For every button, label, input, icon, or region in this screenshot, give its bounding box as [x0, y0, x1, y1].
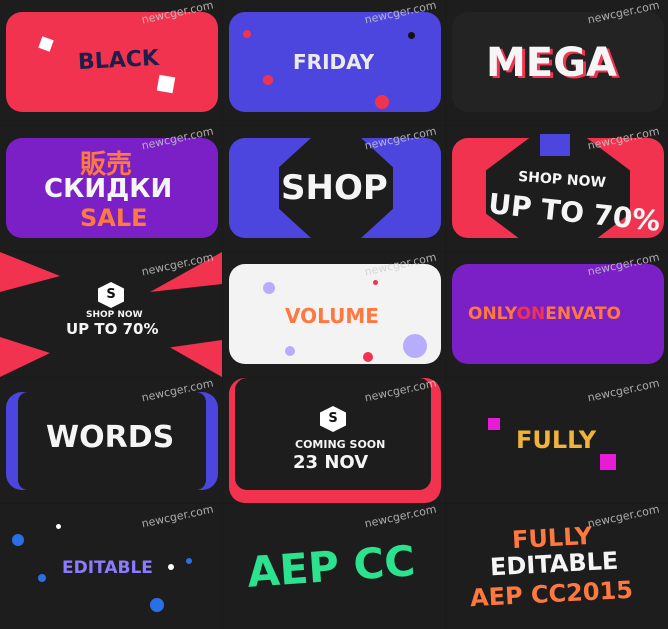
- title-up-to-70: UP TO 70%: [66, 320, 159, 338]
- square-shape: [600, 454, 616, 470]
- title-aep-cc2015: AEP CC2015: [469, 575, 634, 613]
- tile-coming-soon[interactable]: S COMING SOON 23 NOV newcger.com: [223, 378, 445, 503]
- dot: [186, 558, 192, 564]
- dot: [285, 346, 295, 356]
- label-coming-soon: COMING SOON: [295, 438, 386, 451]
- title-mega: MEGA: [486, 40, 617, 86]
- tile-only-on-envato[interactable]: ONLYONENVATO newcger.com: [446, 252, 668, 377]
- title-only-on-envato: ONLYONENVATO: [468, 304, 621, 324]
- title-fully: FULLY: [516, 426, 597, 454]
- shape-blue: [540, 134, 570, 156]
- square-shape: [488, 418, 500, 430]
- tile-editable[interactable]: EDITABLE newcger.com: [0, 504, 222, 629]
- tile-fully[interactable]: FULLY newcger.com: [446, 378, 668, 503]
- watermark: newcger.com: [363, 504, 438, 531]
- tile-shop-now-2[interactable]: S SHOP NOW UP TO 70% newcger.com: [0, 252, 222, 377]
- tile-black[interactable]: BLACK newcger.com: [0, 0, 222, 125]
- label-shop-now: SHOP NOW: [86, 310, 143, 320]
- title-aep-cc: AEP CC: [245, 536, 417, 597]
- title-russian: СКИДКИ: [44, 174, 173, 204]
- dot: [403, 334, 427, 358]
- watermark: newcger.com: [586, 378, 661, 405]
- tile-aep-cc[interactable]: AEP CC newcger.com: [223, 504, 445, 629]
- preview-grid: BLACK newcger.com FRIDAY newcger.com MEG…: [0, 0, 668, 629]
- dot: [373, 280, 378, 285]
- tile-fully-editable[interactable]: FULLY EDITABLE AEP CC2015 newcger.com: [446, 504, 668, 629]
- word-only: ONLY: [468, 304, 517, 324]
- dot: [12, 534, 24, 546]
- tile-shop-now[interactable]: SHOP NOW UP TO 70% newcger.com: [446, 126, 668, 251]
- tile-words[interactable]: WORDS newcger.com: [0, 378, 222, 503]
- dot: [263, 75, 273, 85]
- tile-sale[interactable]: 販売 СКИДКИ SALE newcger.com: [0, 126, 222, 251]
- dot: [263, 282, 275, 294]
- dot: [363, 352, 373, 362]
- title-editable: EDITABLE: [489, 546, 619, 582]
- dot: [375, 95, 389, 109]
- title-words: WORDS: [46, 420, 175, 455]
- watermark: newcger.com: [586, 504, 661, 531]
- tile-mega[interactable]: MEGA MEGA newcger.com: [446, 0, 668, 125]
- dot: [168, 564, 174, 570]
- watermark: newcger.com: [140, 504, 215, 531]
- tile-shop[interactable]: SHOP newcger.com: [223, 126, 445, 251]
- title-volume: VOLUME: [285, 304, 379, 328]
- tile-volume[interactable]: VOLUME newcger.com: [223, 252, 445, 377]
- dot: [56, 524, 61, 529]
- title-shop: SHOP: [281, 168, 388, 208]
- tile-friday[interactable]: FRIDAY newcger.com: [223, 0, 445, 125]
- title-friday: FRIDAY: [293, 50, 375, 74]
- word-on: ON: [516, 304, 546, 324]
- dot: [38, 574, 46, 582]
- title-sale: SALE: [80, 204, 148, 232]
- word-envato: ENVATO: [545, 304, 621, 324]
- dot: [243, 30, 251, 38]
- title-date: 23 NOV: [293, 452, 369, 473]
- dot: [150, 598, 164, 612]
- title-editable: EDITABLE: [62, 558, 153, 578]
- square-shape: [156, 74, 176, 94]
- title-black: BLACK: [77, 45, 160, 76]
- dot: [408, 32, 415, 39]
